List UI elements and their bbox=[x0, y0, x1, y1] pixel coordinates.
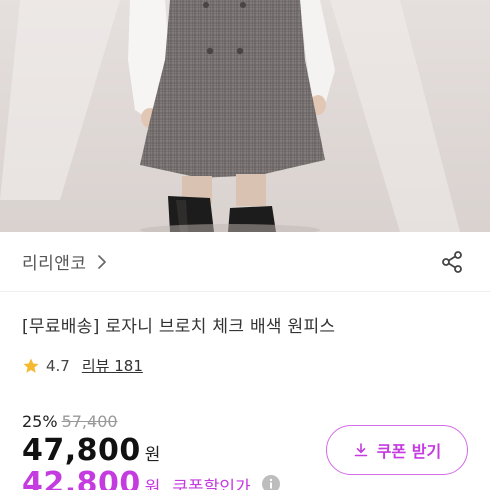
product-image[interactable] bbox=[0, 0, 490, 232]
brand-link[interactable]: 리리앤코 bbox=[22, 249, 109, 274]
discount-rate: 25% bbox=[22, 412, 58, 431]
coupon-price-unit: 원 bbox=[144, 478, 161, 490]
star-icon bbox=[23, 358, 39, 373]
coupon-price-label: 쿠폰할인가 bbox=[172, 478, 251, 490]
brand-row: 리리앤코 bbox=[0, 232, 490, 292]
sale-price: 47,800 bbox=[22, 433, 141, 468]
coupon-download-button[interactable]: 쿠폰 받기 bbox=[326, 425, 468, 475]
original-price: 57,400 bbox=[61, 412, 118, 431]
brand-name: 리리앤코 bbox=[22, 254, 87, 274]
coupon-price-row: 42,800 원 쿠폰할인가 bbox=[22, 466, 281, 490]
coupon-price: 42,800 bbox=[22, 466, 141, 490]
sale-price-unit: 원 bbox=[144, 445, 161, 465]
rating-row: 4.7 리뷰 181 bbox=[22, 355, 143, 376]
product-photo-illustration bbox=[0, 0, 490, 232]
chevron-right-icon bbox=[97, 254, 106, 269]
share-icon[interactable] bbox=[440, 250, 464, 274]
price-row: 47,800 원 bbox=[22, 433, 160, 468]
info-icon[interactable] bbox=[261, 474, 281, 490]
product-title: [무료배송] 로자니 브로치 체크 배색 원피스 bbox=[22, 317, 336, 337]
discount-row: 25% 57,400 bbox=[22, 412, 118, 431]
rating-value: 4.7 bbox=[46, 356, 70, 375]
download-icon bbox=[354, 443, 368, 457]
review-count-link[interactable]: 리뷰 181 bbox=[82, 355, 143, 376]
coupon-button-label: 쿠폰 받기 bbox=[376, 442, 442, 461]
